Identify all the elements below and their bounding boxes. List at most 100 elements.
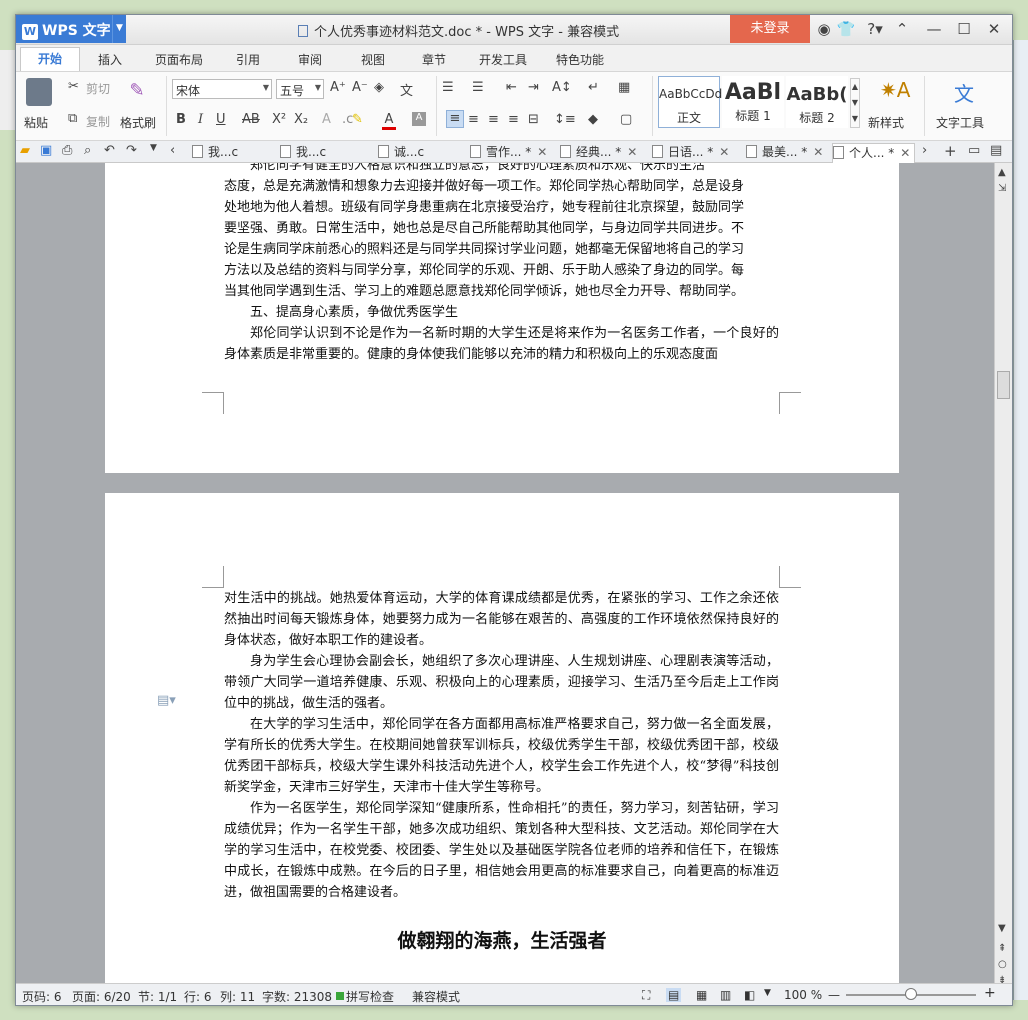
format-painter-button[interactable]: 格式刷 — [120, 114, 156, 131]
style-normal[interactable]: AaBbCcDd 正文 — [658, 76, 722, 128]
status-words[interactable]: 字数: 21308 — [262, 988, 332, 1005]
font-color-icon[interactable]: A — [382, 112, 396, 130]
phonetic-icon[interactable]: 文 — [400, 80, 413, 99]
tab-chapter[interactable]: 章节 — [422, 51, 446, 68]
tab-special[interactable]: 特色功能 — [556, 51, 604, 68]
doc-tab[interactable]: 诚...c — [378, 143, 424, 162]
document-page[interactable]: 郑伦同学有健全的人格意识和独立的意志，良好的心理素质和乐观、快乐的生活 态度，总… — [105, 163, 899, 473]
paragraph[interactable]: 论是生病同学床前悉心的照料还是与同学共同探讨学业问题，她都毫无保留地将自己的学习 — [224, 239, 779, 260]
text-tools-button[interactable]: 文字工具 — [936, 114, 984, 131]
tab-developer[interactable]: 开发工具 — [479, 51, 527, 68]
tab-home[interactable]: 开始 — [20, 47, 80, 71]
chevron-down-icon[interactable]: ▼ — [764, 988, 771, 998]
feedback-icon[interactable]: ◉ — [814, 19, 834, 39]
highlight-icon[interactable]: ✎ — [352, 112, 363, 127]
help-icon[interactable]: ?▾ — [862, 19, 888, 39]
align-right-icon[interactable]: ≡ — [488, 112, 499, 127]
bullets-icon[interactable]: ☰ — [442, 80, 454, 95]
style-heading-2[interactable]: AaBb( 标题 2 — [786, 76, 848, 128]
page-nav-icon[interactable]: ⇲ — [998, 183, 1006, 194]
copy-icon[interactable]: ⧉ — [68, 111, 77, 126]
shrink-font-icon[interactable]: A⁻ — [352, 80, 368, 95]
bold-icon[interactable]: B — [176, 112, 186, 127]
paragraph[interactable]: 态度，总是充满激情和想象力去迎接并做好每一项工作。郑伦同学热心帮助同学，总是设身 — [224, 176, 779, 197]
style-heading-1[interactable]: AaBl 标题 1 — [722, 76, 784, 128]
browse-object-icon[interactable]: ○ — [998, 959, 1007, 970]
superscript-icon[interactable]: X² — [272, 112, 286, 127]
new-style-icon[interactable]: ✷A — [880, 78, 910, 102]
copy-button[interactable]: 复制 — [86, 113, 110, 130]
scroll-up-icon[interactable]: ▲ — [998, 167, 1006, 178]
page-text[interactable]: 对生活中的挑战。她热爱体育运动，大学的体育课成绩都是优秀，在紧张的学习、工作之余… — [224, 588, 779, 903]
status-col[interactable]: 列: 11 — [220, 988, 255, 1005]
paste-icon[interactable] — [26, 78, 52, 106]
skin-icon[interactable]: 👕 — [836, 19, 856, 39]
outline-view-icon[interactable]: ▦ — [696, 988, 707, 1002]
paragraph[interactable]: 郑伦同学认识到不论是作为一名新时期的大学生还是将来作为一名医务工作者，一个良好的… — [224, 323, 779, 365]
status-section[interactable]: 节: 1/1 — [138, 988, 177, 1005]
paragraph[interactable]: 在大学的学习生活中，郑伦同学在各方面都用高标准严格要求自己，努力做一名全面发展，… — [224, 714, 779, 798]
tab-page-layout[interactable]: 页面布局 — [155, 51, 203, 68]
close-tab-icon[interactable]: ✕ — [900, 146, 910, 160]
doc-tab[interactable]: 雪作... * ✕ — [470, 143, 547, 162]
section-title[interactable]: 做翱翔的海燕，生活强者 — [105, 926, 899, 953]
reading-view-icon[interactable]: ◧ — [744, 988, 755, 1002]
strikethrough-icon[interactable]: AB — [242, 112, 260, 127]
paragraph[interactable]: 身为学生会心理协会副会长，她组织了多次心理讲座、人生规划讲座、心理剧表演等活动，… — [224, 651, 779, 714]
document-page[interactable]: ▤▾ 对生活中的挑战。她热爱体育运动，大学的体育课成绩都是优秀，在紧张的学习、工… — [105, 493, 899, 983]
open-folder-icon[interactable]: ▰ — [20, 143, 30, 158]
scrollbar-thumb[interactable] — [997, 371, 1010, 399]
page-text[interactable]: 郑伦同学有健全的人格意识和独立的意志，良好的心理素质和乐观、快乐的生活 态度，总… — [224, 163, 779, 365]
doc-tab[interactable]: 日语... * ✕ — [652, 143, 729, 162]
italic-icon[interactable]: I — [198, 112, 203, 127]
status-row[interactable]: 行: 6 — [184, 988, 212, 1005]
app-menu-button[interactable]: W WPS 文字 ▼ — [16, 15, 126, 43]
status-page[interactable]: 页面: 6/20 — [72, 988, 131, 1005]
tab-insert[interactable]: 插入 — [98, 51, 122, 68]
style-gallery-scroll[interactable]: ▲ ▼ ▼ — [850, 78, 860, 128]
decrease-indent-icon[interactable]: ⇤ — [506, 80, 517, 95]
line-spacing-icon[interactable]: ↕≡ — [554, 112, 576, 127]
minimize-icon[interactable]: — — [924, 19, 944, 39]
paragraph[interactable]: 郑伦同学有健全的人格意识和独立的意志，良好的心理素质和乐观、快乐的生活 — [224, 163, 779, 176]
increase-indent-icon[interactable]: ⇥ — [528, 80, 539, 95]
redo-icon[interactable]: ↷ — [126, 143, 137, 158]
clear-format-icon[interactable]: ◈ — [374, 80, 384, 95]
text-effect-icon[interactable]: A — [322, 112, 331, 127]
page-view-icon[interactable]: ▤ — [666, 988, 682, 1002]
scroll-down-icon[interactable]: ▼ — [998, 923, 1006, 934]
doc-tab[interactable]: 我...c — [192, 143, 238, 162]
paragraph[interactable]: 当其他同学遇到生活、学习上的难题总愿意找郑伦同学倾诉，她也尽全力开导、帮助同学。 — [224, 281, 779, 302]
doc-tab[interactable]: 经典... * ✕ — [560, 143, 637, 162]
prev-page-icon[interactable]: ⇞ — [998, 943, 1006, 954]
doc-tab-active[interactable]: 个人... * ✕ — [832, 143, 916, 163]
status-page-code[interactable]: 页码: 6 — [22, 988, 62, 1005]
scissors-icon[interactable]: ✂ — [68, 79, 79, 94]
chevron-down-icon[interactable]: ▼ — [112, 15, 126, 43]
close-tab-icon[interactable]: ✕ — [627, 145, 637, 159]
login-button[interactable]: 未登录 — [730, 15, 810, 43]
show-hide-icon[interactable]: ↵ — [588, 80, 599, 95]
vertical-scrollbar[interactable]: ▲ ⇲ ▼ ⇞ ○ ⇟ — [994, 163, 1012, 986]
cut-button[interactable]: 剪切 — [86, 80, 110, 97]
doc-tab[interactable]: 我...c — [280, 143, 326, 162]
zoom-slider-thumb[interactable] — [905, 988, 917, 1000]
document-canvas[interactable]: 郑伦同学有健全的人格意识和独立的意志，良好的心理素质和乐观、快乐的生活 态度，总… — [16, 163, 994, 983]
doc-tab[interactable]: 最美... * ✕ — [746, 143, 823, 162]
char-shading-icon[interactable]: A — [412, 112, 426, 126]
justify-icon[interactable]: ≡ — [508, 112, 519, 127]
tab-list-icon[interactable]: ▭ — [968, 143, 980, 158]
distribute-icon[interactable]: ⊟ — [528, 112, 539, 127]
close-tab-icon[interactable]: ✕ — [719, 145, 729, 159]
format-painter-icon[interactable]: ✎ — [126, 80, 148, 104]
paragraph[interactable]: 要坚强、勇敢。日常生活中，她也总是尽自己所能帮助其他同学，与身边同学共同进步。不 — [224, 218, 779, 239]
text-tools-icon[interactable]: 文 — [954, 78, 974, 107]
paragraph[interactable]: 方法以及总结的资料与同学分享，郑伦同学的乐观、开朗、乐于助人感染了身边的同学。每 — [224, 260, 779, 281]
status-spell-check[interactable]: 拼写检查 — [346, 988, 394, 1005]
paragraph[interactable]: 处地地为他人着想。班级有同学身患重病在北京接受治疗，她专程前往北京探望，鼓励同学 — [224, 197, 779, 218]
maximize-icon[interactable]: ☐ — [954, 19, 974, 39]
undo-icon[interactable]: ↶ — [104, 143, 115, 158]
subscript-icon[interactable]: X₂ — [294, 112, 308, 127]
tab-references[interactable]: 引用 — [236, 51, 260, 68]
chevron-down-icon[interactable]: ▼ — [150, 143, 157, 153]
